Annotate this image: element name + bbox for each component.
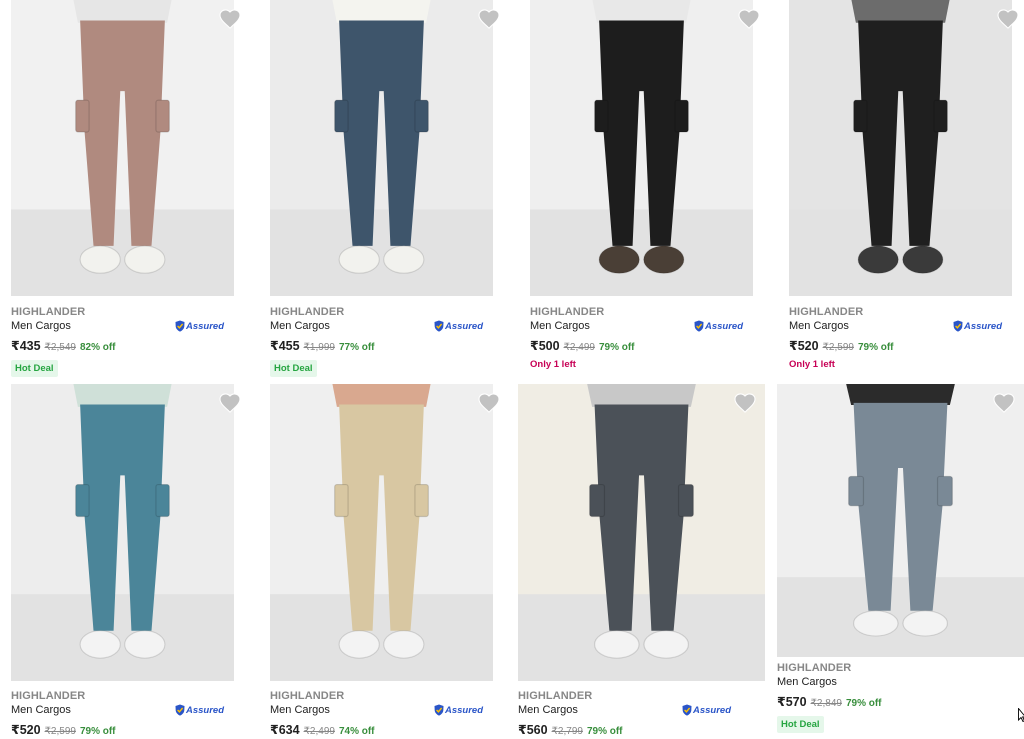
shield-icon xyxy=(682,704,692,716)
product-brand: HIGHLANDER xyxy=(518,690,593,702)
shield-icon xyxy=(434,704,444,716)
wishlist-heart-icon[interactable] xyxy=(738,9,760,29)
price-row: ₹520 ₹2,599 79% off xyxy=(789,338,894,353)
shield-icon xyxy=(694,320,704,332)
product-photo xyxy=(518,384,765,681)
selling-price: ₹435 xyxy=(11,339,41,353)
assured-label: Assured xyxy=(186,320,225,332)
price-row: ₹570 ₹2,849 79% off xyxy=(777,694,882,709)
selling-price: ₹634 xyxy=(270,723,300,737)
product-title[interactable]: Men Cargos xyxy=(270,320,330,332)
price-row: ₹435 ₹2,549 82% off xyxy=(11,338,116,353)
product-title[interactable]: Men Cargos xyxy=(789,320,849,332)
original-price: ₹2,849 xyxy=(810,698,842,709)
selling-price: ₹520 xyxy=(789,339,819,353)
product-brand: HIGHLANDER xyxy=(530,306,605,318)
discount-label: 79% off xyxy=(598,342,635,353)
hot-deal-badge: Hot Deal xyxy=(270,360,317,377)
stock-left-label: Only 1 left xyxy=(530,359,576,370)
assured-label: Assured xyxy=(705,320,744,332)
assured-label: Assured xyxy=(445,320,484,332)
product-title[interactable]: Men Cargos xyxy=(11,704,71,716)
assured-label: Assured xyxy=(964,320,1003,332)
product-brand: HIGHLANDER xyxy=(270,306,345,318)
selling-price: ₹560 xyxy=(518,723,548,737)
discount-label: 82% off xyxy=(79,342,116,353)
price-row: ₹455 ₹1,999 77% off xyxy=(270,338,375,353)
discount-label: 79% off xyxy=(79,726,116,737)
discount-label: 74% off xyxy=(338,726,375,737)
assured-badge: Assured xyxy=(694,320,743,332)
product-image[interactable] xyxy=(270,0,493,296)
original-price: ₹2,549 xyxy=(44,342,76,353)
selling-price: ₹500 xyxy=(530,339,560,353)
wishlist-heart-icon[interactable] xyxy=(997,9,1019,29)
shield-icon xyxy=(434,320,444,332)
price-row: ₹520 ₹2,599 79% off xyxy=(11,722,116,737)
product-image[interactable] xyxy=(530,0,753,296)
wishlist-heart-icon[interactable] xyxy=(993,393,1015,413)
price-row: ₹634 ₹2,499 74% off xyxy=(270,722,375,737)
assured-badge: Assured xyxy=(175,320,224,332)
product-photo xyxy=(270,384,493,681)
product-title[interactable]: Men Cargos xyxy=(270,704,330,716)
product-image[interactable] xyxy=(11,384,234,681)
original-price: ₹2,499 xyxy=(563,342,595,353)
selling-price: ₹520 xyxy=(11,723,41,737)
discount-label: 79% off xyxy=(857,342,894,353)
product-brand: HIGHLANDER xyxy=(11,306,86,318)
discount-label: 79% off xyxy=(845,698,882,709)
original-price: ₹2,799 xyxy=(551,726,583,737)
shield-icon xyxy=(175,704,185,716)
product-brand: HIGHLANDER xyxy=(777,662,852,674)
assured-badge: Assured xyxy=(434,704,483,716)
selling-price: ₹455 xyxy=(270,339,300,353)
wishlist-heart-icon[interactable] xyxy=(219,393,241,413)
product-photo xyxy=(11,384,234,681)
product-image[interactable] xyxy=(11,0,234,296)
discount-label: 77% off xyxy=(338,342,375,353)
hot-deal-badge: Hot Deal xyxy=(11,360,58,377)
price-row: ₹500 ₹2,499 79% off xyxy=(530,338,635,353)
assured-label: Assured xyxy=(693,704,732,716)
product-image[interactable] xyxy=(270,384,493,681)
product-image[interactable] xyxy=(518,384,765,681)
discount-label: 79% off xyxy=(586,726,623,737)
original-price: ₹2,599 xyxy=(822,342,854,353)
product-photo xyxy=(530,0,753,296)
assured-badge: Assured xyxy=(682,704,731,716)
product-title[interactable]: Men Cargos xyxy=(11,320,71,332)
product-photo xyxy=(270,0,493,296)
original-price: ₹2,499 xyxy=(303,726,335,737)
product-title[interactable]: Men Cargos xyxy=(530,320,590,332)
price-row: ₹560 ₹2,799 79% off xyxy=(518,722,623,737)
product-image[interactable] xyxy=(789,0,1012,296)
shield-icon xyxy=(953,320,963,332)
original-price: ₹2,599 xyxy=(44,726,76,737)
assured-label: Assured xyxy=(445,704,484,716)
wishlist-heart-icon[interactable] xyxy=(219,9,241,29)
assured-label: Assured xyxy=(186,704,225,716)
stock-left-label: Only 1 left xyxy=(789,359,835,370)
product-photo xyxy=(789,0,1012,296)
wishlist-heart-icon[interactable] xyxy=(478,393,500,413)
original-price: ₹1,999 xyxy=(303,342,335,353)
product-brand: HIGHLANDER xyxy=(789,306,864,318)
selling-price: ₹570 xyxy=(777,695,807,709)
product-brand: HIGHLANDER xyxy=(11,690,86,702)
product-photo xyxy=(11,0,234,296)
product-brand: HIGHLANDER xyxy=(270,690,345,702)
wishlist-heart-icon[interactable] xyxy=(734,393,756,413)
product-title[interactable]: Men Cargos xyxy=(777,676,837,688)
assured-badge: Assured xyxy=(175,704,224,716)
assured-badge: Assured xyxy=(953,320,1002,332)
product-title[interactable]: Men Cargos xyxy=(518,704,578,716)
product-image[interactable] xyxy=(777,384,1024,657)
wishlist-heart-icon[interactable] xyxy=(478,9,500,29)
assured-badge: Assured xyxy=(434,320,483,332)
hot-deal-badge: Hot Deal xyxy=(777,716,824,733)
product-photo xyxy=(777,384,1024,657)
shield-icon xyxy=(175,320,185,332)
mouse-cursor-icon xyxy=(1018,708,1024,722)
